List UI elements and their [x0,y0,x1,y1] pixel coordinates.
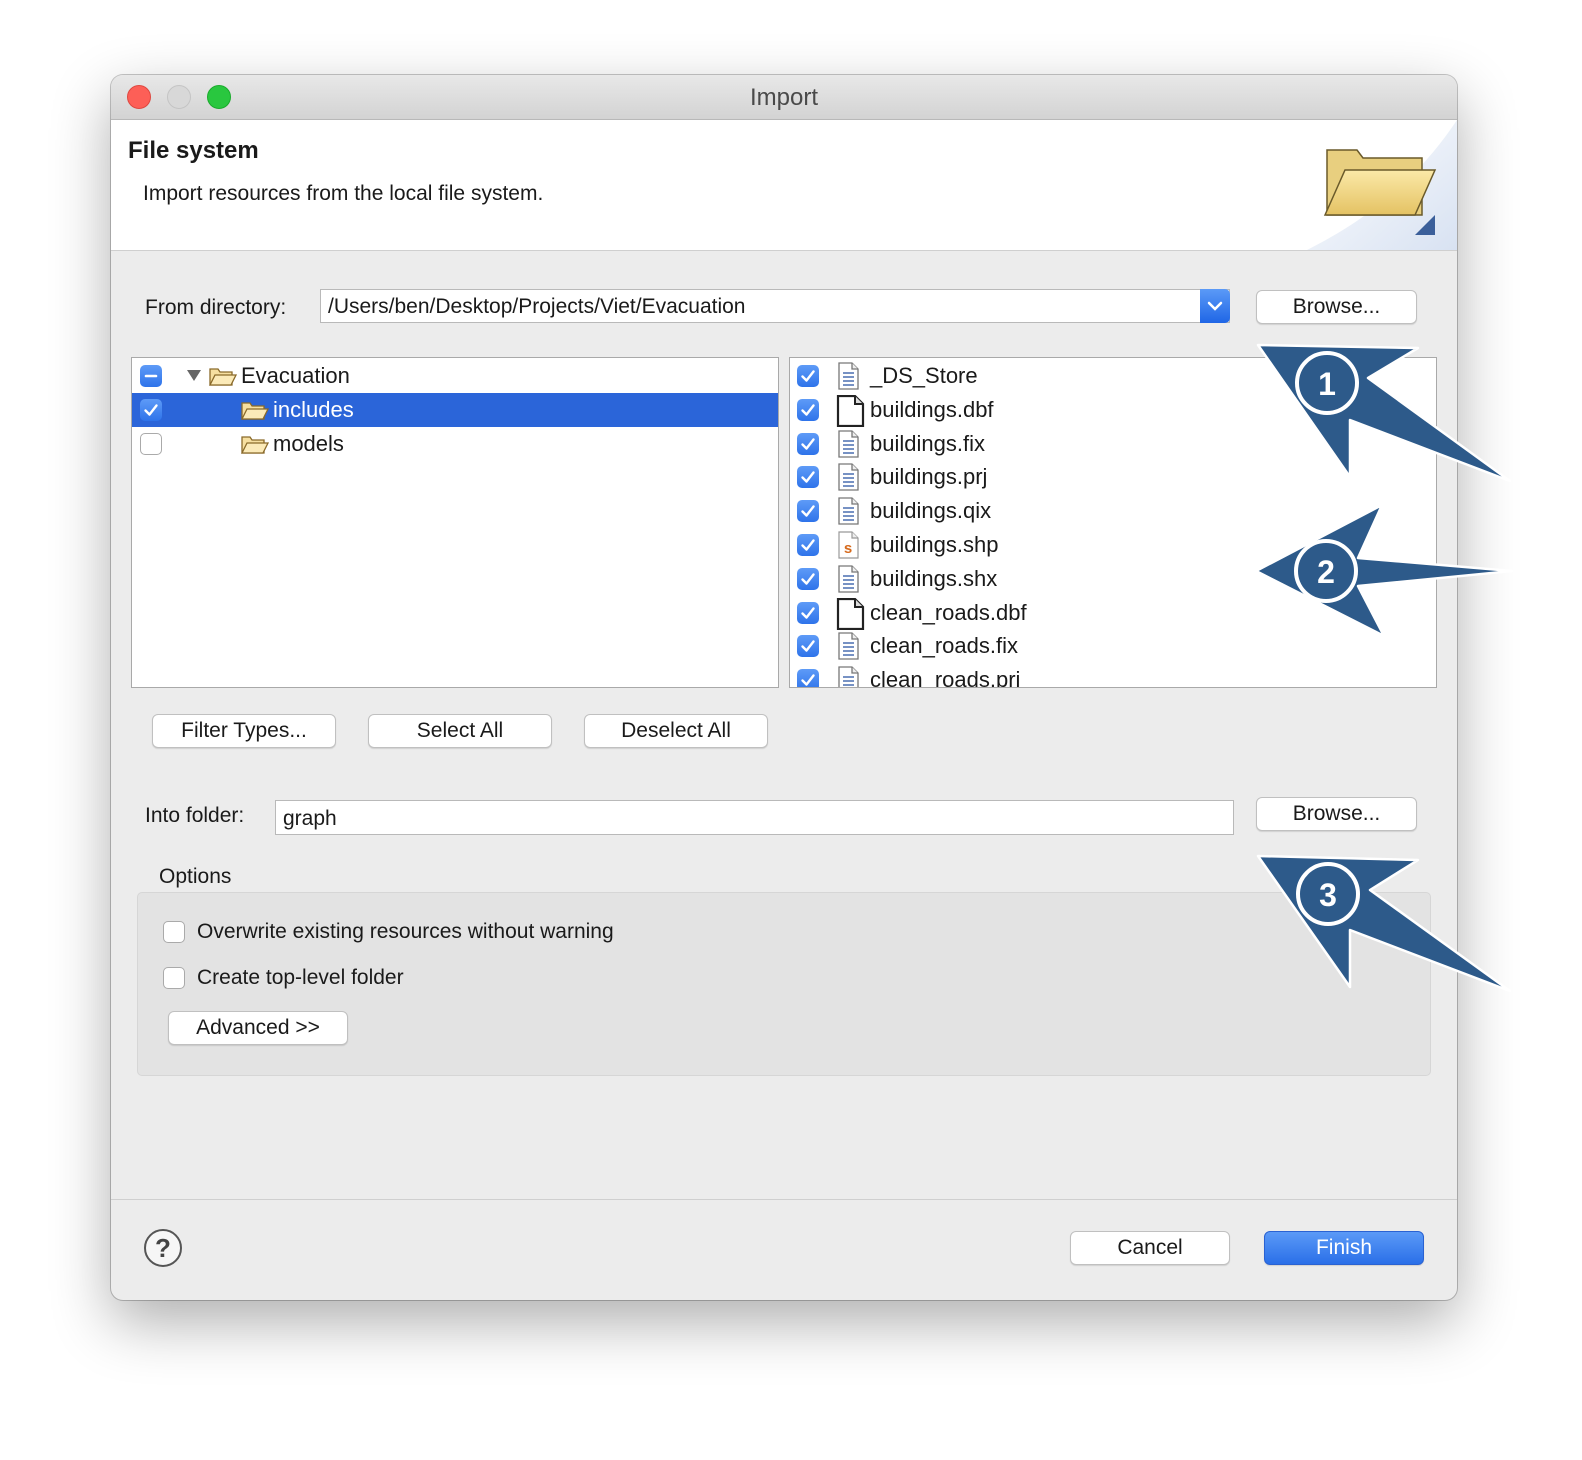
annotation-arrow-1: 1 [1256,343,1512,483]
annotation-number-2: 2 [1317,554,1335,590]
annotation-arrow-2: 2 [1254,503,1514,638]
annotation-arrow-3: 3 [1256,854,1512,993]
annotation-number-3: 3 [1319,877,1337,913]
annotation-number-1: 1 [1318,366,1336,402]
annotation-overlay: 1 2 3 [1254,343,1514,993]
